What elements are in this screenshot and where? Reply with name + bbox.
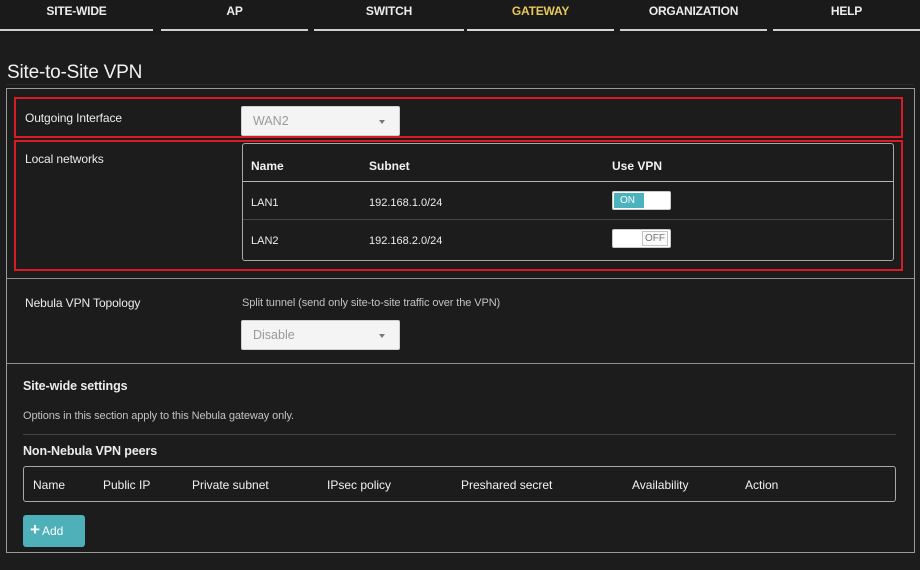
outgoing-interface-value: WAN2 (253, 114, 289, 128)
lan-subnet: 192.168.1.0/24 (369, 197, 443, 209)
topology-label: Nebula VPN Topology (25, 296, 141, 310)
toggle-on-state: ON (614, 193, 644, 208)
top-nav: SITE-WIDE AP SWITCH GATEWAY ORGANIZATION… (0, 0, 920, 34)
tab-switch[interactable]: SWITCH (314, 0, 464, 34)
tab-gateway[interactable]: GATEWAY (467, 0, 614, 34)
tab-underline (161, 29, 308, 31)
table-divider (243, 181, 893, 182)
tab-help-label: HELP (830, 4, 863, 18)
section-divider (7, 363, 914, 364)
local-networks-label: Local networks (25, 152, 104, 166)
table-divider (243, 219, 893, 220)
lan-subnet: 192.168.2.0/24 (369, 235, 443, 247)
use-vpn-toggle[interactable]: OFF (612, 229, 671, 248)
column-header-subnet: Subnet (369, 159, 410, 173)
tab-switch-label: SWITCH (365, 4, 413, 18)
tab-underline (467, 29, 614, 31)
lan-name: LAN2 (251, 235, 279, 247)
split-tunnel-select[interactable]: Disable (241, 320, 400, 350)
column-header-availability: Availability (632, 478, 689, 492)
tab-organization-label: ORGANIZATION (648, 4, 739, 18)
column-header-ipsec-policy: IPsec policy (327, 478, 392, 492)
tab-site-wide[interactable]: SITE-WIDE (0, 0, 153, 34)
plus-icon: + (30, 520, 40, 539)
column-header-preshared-secret: Preshared secret (461, 478, 553, 492)
outgoing-interface-label: Outgoing Interface (25, 111, 122, 125)
tab-ap-label: AP (226, 4, 243, 18)
tab-underline (620, 29, 767, 31)
outgoing-interface-select[interactable]: WAN2 (241, 106, 400, 136)
tab-organization[interactable]: ORGANIZATION (620, 0, 767, 34)
column-header-name: Name (251, 159, 284, 173)
split-tunnel-value: Disable (253, 328, 295, 342)
page-title: Site-to-Site VPN (7, 62, 143, 83)
peers-table: Name Public IP Private subnet IPsec poli… (23, 466, 896, 502)
chevron-down-icon (379, 334, 385, 338)
site-wide-settings-note: Options in this section apply to this Ne… (23, 410, 294, 422)
add-button-label: Add (42, 524, 64, 538)
tab-underline (773, 29, 920, 31)
column-header-public-ip: Public IP (103, 478, 151, 492)
tab-gateway-label: GATEWAY (511, 4, 570, 18)
lan-name: LAN1 (251, 197, 279, 209)
tab-underline (314, 29, 464, 31)
add-peer-button[interactable]: + Add (23, 515, 85, 547)
column-header-use-vpn: Use VPN (612, 159, 663, 173)
tab-ap[interactable]: AP (161, 0, 308, 34)
column-header-action: Action (745, 478, 779, 492)
section-divider (7, 278, 914, 279)
non-nebula-peers-title: Non-Nebula VPN peers (23, 444, 158, 458)
title-divider (6, 84, 914, 85)
column-header-name: Name (33, 478, 66, 492)
site-wide-settings-title: Site-wide settings (23, 379, 128, 393)
use-vpn-toggle[interactable]: ON (612, 191, 671, 210)
column-header-private-subnet: Private subnet (192, 478, 269, 492)
chevron-down-icon (379, 120, 385, 124)
outgoing-interface-highlight (14, 97, 903, 138)
tab-underline (0, 29, 153, 31)
tab-site-wide-label: SITE-WIDE (46, 4, 107, 18)
toggle-off-state: OFF (642, 231, 668, 246)
tab-help[interactable]: HELP (773, 0, 920, 34)
topology-description: Split tunnel (send only site-to-site tra… (242, 297, 501, 309)
divider (23, 434, 896, 435)
local-networks-table: Name Subnet Use VPN LAN1 192.168.1.0/24 … (242, 143, 894, 261)
